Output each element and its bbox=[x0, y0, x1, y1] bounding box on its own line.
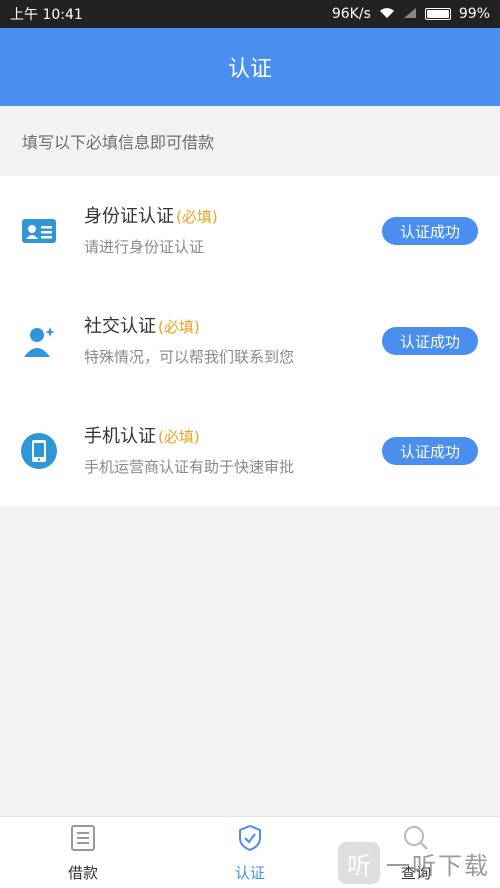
verify-status-button[interactable]: 认证成功 bbox=[382, 437, 478, 465]
verify-item-phone[interactable]: 手机认证 (必填) 手机运营商认证有助于快速审批 认证成功 bbox=[0, 396, 500, 506]
verification-list: 身份证认证 (必填) 请进行身份证认证 认证成功 社交认证 (必填) 特殊情况，可以… bbox=[0, 176, 500, 506]
verify-item-desc: 请进行身份证认证 bbox=[84, 238, 205, 256]
app-bar: 认证 bbox=[0, 28, 500, 106]
status-time: 上午 10:41 bbox=[10, 7, 83, 23]
verify-status-button[interactable]: 认证成功 bbox=[382, 217, 478, 245]
verify-item-social[interactable]: 社交认证 (必填) 特殊情况，可以帮我们联系到您 认证成功 bbox=[0, 286, 500, 396]
id-card-icon bbox=[20, 212, 58, 250]
tab-label: 借款 bbox=[67, 863, 98, 882]
battery-percent: 99% bbox=[458, 6, 490, 22]
battery-icon bbox=[424, 8, 451, 20]
tab-label: 认证 bbox=[234, 863, 265, 882]
subtitle-text: 填写以下必填信息即可借款 bbox=[22, 133, 215, 152]
phone-icon bbox=[20, 432, 58, 470]
verify-item-title: 社交认证 (必填) bbox=[84, 316, 200, 337]
verify-item-title: 身份证认证 (必填) bbox=[84, 206, 218, 227]
required-tag: (必填) bbox=[158, 318, 200, 336]
watermark-logo: 听 bbox=[338, 842, 380, 884]
verify-item-title: 手机认证 (必填) bbox=[84, 426, 200, 447]
verify-status-button[interactable]: 认证成功 bbox=[382, 327, 478, 355]
required-tag: (必填) bbox=[176, 208, 218, 226]
net-speed: 96K/s bbox=[331, 6, 371, 22]
verify-item-desc: 手机运营商认证有助于快速审批 bbox=[84, 458, 295, 476]
tab-loan[interactable]: 借款 bbox=[23, 817, 143, 888]
social-user-icon bbox=[20, 322, 58, 360]
document-icon bbox=[70, 824, 96, 856]
status-right: 96K/s 99% bbox=[332, 6, 490, 22]
shield-check-icon bbox=[237, 824, 263, 856]
status-bar: 上午 10:41 96K/s 99% bbox=[0, 0, 500, 28]
required-tag: (必填) bbox=[158, 428, 200, 446]
watermark: 听 一听下载 bbox=[338, 842, 490, 884]
signal-icon bbox=[403, 7, 417, 22]
wifi-icon bbox=[379, 7, 395, 22]
verify-item-desc: 特殊情况，可以帮我们联系到您 bbox=[84, 348, 295, 366]
page-title: 认证 bbox=[227, 57, 272, 82]
watermark-text: 一听下载 bbox=[386, 851, 490, 880]
page-subtitle: 填写以下必填信息即可借款 bbox=[0, 106, 500, 176]
tab-verify[interactable]: 认证 bbox=[190, 817, 310, 888]
verify-item-id-card[interactable]: 身份证认证 (必填) 请进行身份证认证 认证成功 bbox=[0, 176, 500, 286]
